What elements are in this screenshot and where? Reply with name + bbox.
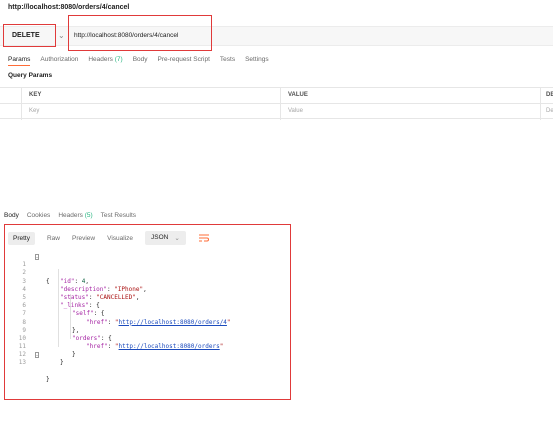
params-header-row: KEY VALUE DE	[0, 87, 553, 104]
column-divider	[21, 104, 22, 120]
tab-body[interactable]: Body	[133, 56, 148, 66]
column-divider	[540, 104, 541, 120]
tab-response-body[interactable]: Body	[4, 212, 19, 219]
column-divider	[280, 104, 281, 120]
key-input[interactable]: Key	[29, 108, 39, 114]
tab-params[interactable]: Params	[8, 56, 31, 66]
tab-response-headers[interactable]: Headers (5)	[58, 212, 92, 219]
chevron-down-icon[interactable]: ⌄	[58, 31, 65, 40]
tab-headers-count: (7)	[114, 56, 123, 63]
column-divider	[21, 88, 22, 104]
tab-response-headers-count: (5)	[84, 212, 93, 219]
column-divider	[540, 88, 541, 104]
tab-headers-label: Headers	[88, 56, 113, 63]
tab-pre-request-script[interactable]: Pre-request Script	[158, 56, 210, 66]
tab-authorization[interactable]: Authorization	[40, 56, 78, 66]
response-tabs: Body Cookies Headers (5) Test Results	[4, 212, 136, 219]
highlight-box-url	[68, 15, 212, 51]
window-title: http://localhost:8080/orders/4/cancel	[8, 4, 130, 11]
tab-settings[interactable]: Settings	[245, 56, 269, 66]
value-input[interactable]: Value	[288, 108, 303, 114]
highlight-box-method	[3, 24, 56, 47]
tab-test-results[interactable]: Test Results	[101, 212, 136, 219]
params-table: KEY VALUE DE Key Value De	[0, 87, 553, 120]
column-header-description: DE	[546, 92, 553, 98]
params-input-row: Key Value De	[0, 103, 553, 120]
highlight-box-response	[4, 224, 291, 400]
description-input[interactable]: De	[546, 108, 553, 114]
request-tabs: Params Authorization Headers (7) Body Pr…	[8, 56, 269, 66]
tab-cookies[interactable]: Cookies	[27, 212, 50, 219]
tab-headers[interactable]: Headers (7)	[88, 56, 122, 66]
tab-tests[interactable]: Tests	[220, 56, 235, 66]
tab-response-headers-label: Headers	[58, 212, 83, 219]
column-header-key: KEY	[29, 92, 42, 98]
column-divider	[280, 88, 281, 104]
query-params-label: Query Params	[8, 72, 53, 79]
column-header-value: VALUE	[288, 92, 308, 98]
